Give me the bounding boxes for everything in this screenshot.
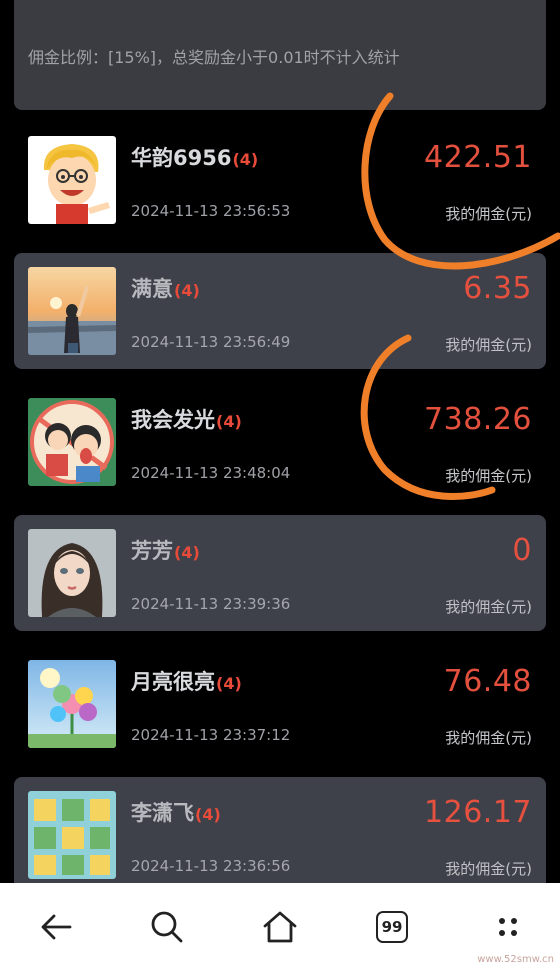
commission-label: 我的佣金(元) xyxy=(445,336,532,354)
commission-record-list: 华韵6956(4) 2024-11-13 23:56:53 422.51 我的佣… xyxy=(14,122,546,908)
level-badge: (4) xyxy=(174,543,200,562)
record-row[interactable]: 我会发光(4) 2024-11-13 23:48:04 738.26 我的佣金(… xyxy=(14,384,546,500)
avatar xyxy=(28,791,116,879)
user-name: 华韵6956(4) xyxy=(131,146,259,170)
avatar xyxy=(28,136,116,224)
commission-label: 我的佣金(元) xyxy=(445,598,532,616)
commission-amount: 0 xyxy=(512,533,532,568)
level-badge: (4) xyxy=(216,674,242,693)
record-row[interactable]: 李潇飞(4) 2024-11-13 23:36:56 126.17 我的佣金(元… xyxy=(14,777,546,893)
more-menu-icon xyxy=(499,918,517,936)
cartoon-couple-avatar-icon xyxy=(28,398,116,486)
user-name: 芳芳(4) xyxy=(131,539,200,563)
user-name: 李潇飞(4) xyxy=(131,801,221,825)
record-time: 2024-11-13 23:37:12 xyxy=(131,726,291,744)
level-badge: (4) xyxy=(195,805,221,824)
level-badge: (4) xyxy=(232,150,259,169)
record-time: 2024-11-13 23:56:53 xyxy=(131,202,291,220)
commission-amount: 76.48 xyxy=(443,664,532,699)
tabs-count-icon: 99 xyxy=(376,911,408,943)
commission-amount: 126.17 xyxy=(424,795,532,830)
search-button[interactable] xyxy=(145,905,189,949)
commission-amount: 6.35 xyxy=(463,271,532,306)
more-menu-button[interactable] xyxy=(486,905,530,949)
commission-label: 我的佣金(元) xyxy=(445,860,532,878)
record-row[interactable]: 芳芳(4) 2024-11-13 23:39:36 0 我的佣金(元) xyxy=(14,515,546,631)
record-time: 2024-11-13 23:36:56 xyxy=(131,857,291,875)
record-row[interactable]: 月亮很亮(4) 2024-11-13 23:37:12 76.48 我的佣金(元… xyxy=(14,646,546,762)
user-name: 月亮很亮(4) xyxy=(131,670,242,694)
record-time: 2024-11-13 23:48:04 xyxy=(131,464,291,482)
record-time: 2024-11-13 23:56:49 xyxy=(131,333,291,351)
back-arrow-icon xyxy=(41,914,72,940)
record-row[interactable]: 满意(4) 2024-11-13 23:56:49 6.35 我的佣金(元) xyxy=(14,253,546,369)
search-icon xyxy=(151,911,183,943)
avatar xyxy=(28,529,116,617)
level-badge: (4) xyxy=(174,281,200,300)
commission-info-banner: 佣金比例：[15%]，总奖励金小于0.01时不计入统计 xyxy=(14,0,546,110)
bottom-toolbar: 99 www.52smw.cn xyxy=(0,883,560,971)
commission-label: 我的佣金(元) xyxy=(445,205,532,223)
avatar xyxy=(28,267,116,355)
commission-amount: 422.51 xyxy=(424,140,532,175)
user-name: 我会发光(4) xyxy=(131,408,242,432)
back-button[interactable] xyxy=(34,905,78,949)
home-button[interactable] xyxy=(258,905,302,949)
tabs-button[interactable]: 99 xyxy=(370,905,414,949)
commission-label: 我的佣金(元) xyxy=(445,467,532,485)
cartoon-boy-avatar-icon xyxy=(28,136,116,224)
sunset-girl-avatar-icon xyxy=(28,267,116,355)
record-time: 2024-11-13 23:39:36 xyxy=(131,595,291,613)
record-row[interactable]: 华韵6956(4) 2024-11-13 23:56:53 422.51 我的佣… xyxy=(14,122,546,238)
portrait-girl-avatar-icon xyxy=(28,529,116,617)
avatar xyxy=(28,398,116,486)
commission-rate-text: 佣金比例：[15%]，总奖励金小于0.01时不计入统计 xyxy=(28,48,400,67)
level-badge: (4) xyxy=(216,412,242,431)
user-name: 满意(4) xyxy=(131,277,200,301)
home-icon xyxy=(263,911,297,943)
flower-sky-avatar-icon xyxy=(28,660,116,748)
commission-amount: 738.26 xyxy=(424,402,532,437)
game-tiles-avatar-icon xyxy=(28,791,116,879)
commission-label: 我的佣金(元) xyxy=(445,729,532,747)
avatar xyxy=(28,660,116,748)
watermark-url: www.52smw.cn xyxy=(477,954,554,965)
